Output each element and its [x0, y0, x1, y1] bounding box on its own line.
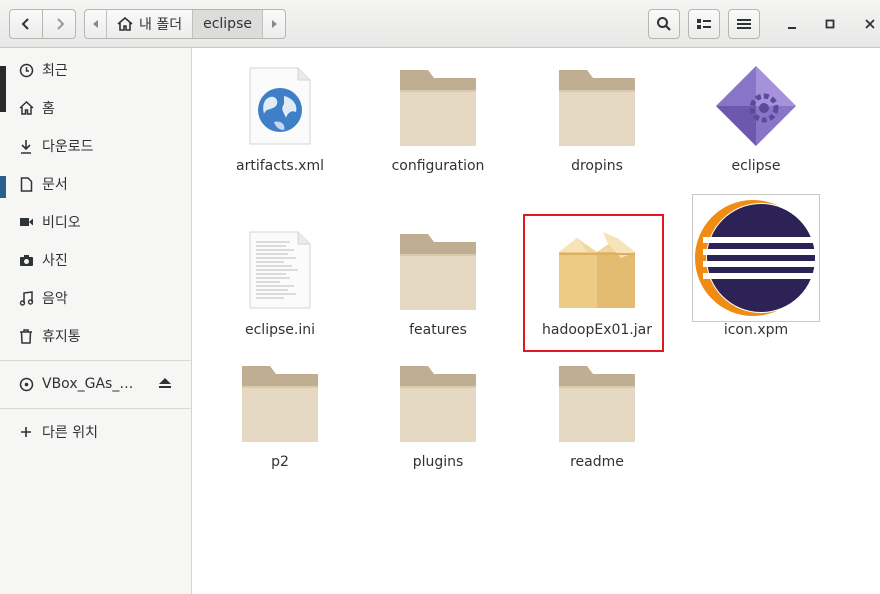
background-window-edge [0, 176, 6, 198]
minimize-button[interactable] [782, 14, 802, 34]
path-scroll-left-button[interactable] [85, 10, 107, 38]
triangle-right-icon [271, 20, 277, 28]
path-home-label: 내 폴더 [139, 17, 183, 33]
folder-icon [398, 362, 478, 442]
file-name: p2 [271, 454, 289, 470]
plus-icon [18, 424, 34, 440]
image-thumbnail [692, 194, 820, 322]
sidebar-item-downloads[interactable]: 다운로드 [0, 128, 192, 164]
search-icon [657, 17, 671, 31]
file-name: eclipse [731, 158, 781, 174]
sidebar-item-label: 다운로드 [42, 139, 94, 155]
chevron-left-icon [21, 18, 29, 30]
executable-icon [716, 66, 796, 146]
home-icon [117, 17, 133, 31]
file-name: artifacts.xml [236, 158, 324, 174]
path-current-button[interactable]: eclipse [193, 10, 263, 38]
eject-icon [159, 377, 171, 388]
back-button[interactable] [10, 10, 43, 38]
sidebar-item-label: 사진 [42, 253, 68, 269]
sidebar-item-recent[interactable]: 최근 [0, 52, 192, 88]
music-icon [18, 290, 34, 306]
trash-icon [18, 328, 34, 344]
triangle-left-icon [92, 20, 98, 28]
camera-icon [18, 252, 34, 268]
close-button[interactable] [860, 14, 880, 34]
folder-item-plugins[interactable]: plugins [368, 346, 508, 496]
maximize-icon [825, 19, 835, 29]
home-icon [18, 100, 34, 116]
text-file-icon [240, 230, 320, 310]
folder-item-features[interactable]: features [368, 214, 508, 364]
folder-item-p2[interactable]: p2 [210, 346, 350, 496]
sidebar-item-label: 최근 [42, 63, 68, 79]
sidebar-item-home[interactable]: 홈 [0, 90, 192, 126]
folder-icon [557, 66, 637, 146]
xml-file-icon [240, 66, 320, 146]
file-name: readme [570, 454, 624, 470]
close-icon [865, 19, 875, 29]
path-scroll-right-button[interactable] [263, 10, 285, 38]
sidebar-separator [0, 360, 192, 361]
maximize-button[interactable] [820, 14, 840, 34]
file-item-artifacts-xml[interactable]: artifacts.xml [210, 50, 350, 200]
folder-icon [557, 362, 637, 442]
download-icon [18, 138, 34, 154]
sidebar-item-trash[interactable]: 휴지통 [0, 318, 192, 354]
folder-icon [398, 66, 478, 146]
hamburger-icon [737, 19, 751, 29]
file-name: configuration [391, 158, 485, 174]
minimize-icon [788, 27, 796, 29]
sidebar-item-pictures[interactable]: 사진 [0, 242, 192, 278]
sidebar-item-music[interactable]: 음악 [0, 280, 192, 316]
folder-icon [398, 230, 478, 310]
sidebar-item-label: VBox_GAs_… [42, 376, 134, 392]
menu-button[interactable] [728, 9, 760, 39]
folder-item-configuration[interactable]: configuration [368, 50, 508, 200]
sidebar-item-documents[interactable]: 문서 [0, 166, 192, 202]
file-item-icon-xpm[interactable]: icon.xpm [686, 194, 826, 344]
sidebar-item-videos[interactable]: 비디오 [0, 204, 192, 240]
forward-button[interactable] [43, 10, 76, 38]
file-name: features [409, 322, 467, 338]
folder-item-readme[interactable]: readme [527, 346, 667, 496]
folder-icon [240, 362, 320, 442]
sidebar-separator [0, 408, 192, 409]
document-icon [18, 176, 34, 192]
chevron-right-icon [56, 18, 64, 30]
folder-item-dropins[interactable]: dropins [527, 50, 667, 200]
list-view-icon [697, 19, 711, 29]
background-window-edge [0, 66, 6, 112]
sidebar-item-label: 비디오 [42, 215, 81, 231]
header-bar: 내 폴더 eclipse [0, 0, 880, 48]
selection-highlight [523, 214, 664, 352]
file-item-eclipse[interactable]: eclipse [686, 50, 826, 200]
sidebar-item-label: 문서 [42, 177, 68, 193]
clock-icon [18, 62, 34, 78]
sidebar-item-other-locations[interactable]: 다른 위치 [0, 414, 192, 450]
search-button[interactable] [648, 9, 680, 39]
path-current-label: eclipse [203, 16, 252, 32]
file-item-eclipse-ini[interactable]: eclipse.ini [210, 214, 350, 364]
file-manager-window: 내 폴더 eclipse 최근 홈 다운로드 문서 비디오 사진 음악 휴지통 … [0, 0, 880, 594]
video-icon [18, 214, 34, 230]
sidebar-item-label: 홈 [42, 101, 55, 117]
file-name: icon.xpm [723, 322, 789, 338]
sidebar-item-label: 음악 [42, 291, 68, 307]
path-home-button[interactable]: 내 폴더 [107, 10, 194, 38]
path-bar: 내 폴더 eclipse [84, 9, 286, 39]
file-name: dropins [571, 158, 623, 174]
disc-icon [18, 376, 34, 392]
view-toggle-button[interactable] [688, 9, 720, 39]
file-name: plugins [412, 454, 464, 470]
navigation-buttons [9, 9, 76, 39]
sidebar-item-label: 다른 위치 [42, 425, 98, 441]
file-name: eclipse.ini [245, 322, 315, 338]
sidebar-item-label: 휴지통 [42, 329, 81, 345]
eject-button[interactable] [158, 377, 172, 392]
sidebar-item-device[interactable]: VBox_GAs_… [0, 366, 192, 402]
sidebar: 최근 홈 다운로드 문서 비디오 사진 음악 휴지통 VBox_GAs_… 다른… [0, 48, 192, 594]
